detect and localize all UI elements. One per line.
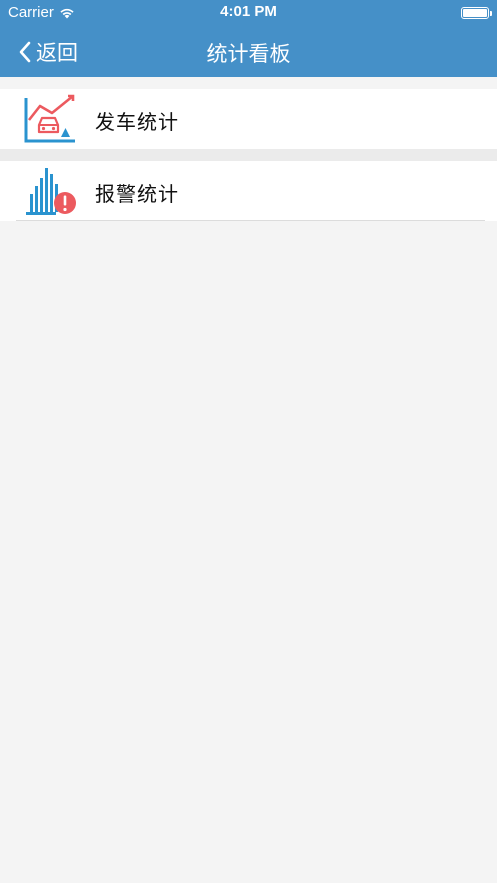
stats-menu: 发车统计 报警统计 [0, 89, 497, 221]
row-divider [16, 220, 485, 221]
menu-item-label: 发车统计 [95, 110, 179, 134]
app-header: Carrier 4:01 PM 返回 统计看板 [0, 0, 497, 77]
departure-stats-icon [24, 94, 75, 143]
menu-item-label: 报警统计 [95, 182, 179, 206]
status-bar: Carrier 4:01 PM [0, 0, 497, 26]
battery-icon [461, 7, 492, 19]
page-title: 统计看板 [206, 42, 291, 66]
menu-item-departure-stats[interactable]: 发车统计 [0, 89, 497, 149]
navigation-bar: 返回 统计看板 [0, 26, 497, 77]
menu-item-alarm-stats[interactable]: 报警统计 [0, 161, 497, 221]
alarm-stats-icon [26, 168, 76, 215]
section-divider [0, 149, 497, 161]
status-time: 4:01 PM [220, 3, 277, 20]
